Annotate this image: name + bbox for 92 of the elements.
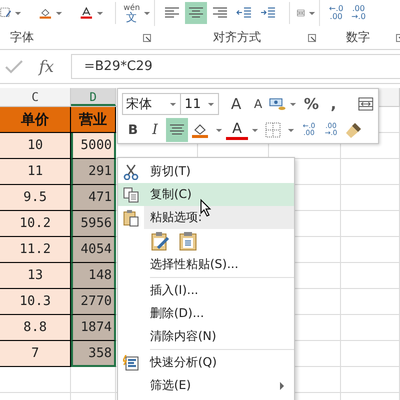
caret-icon[interactable] (309, 12, 315, 14)
formula-field[interactable]: =B29*C29 (71, 54, 400, 79)
decimal-button[interactable]: ←.0 .00 (328, 4, 344, 22)
align-icon (169, 124, 185, 136)
dialog-launcher-icon[interactable] (308, 34, 316, 42)
enter-check-icon[interactable] (5, 60, 23, 74)
menu-item[interactable]: 删除(D)... (118, 302, 294, 325)
grow-font-button[interactable]: A (225, 92, 248, 116)
dialog-launcher-icon[interactable] (143, 34, 151, 42)
table-cell: 13 (0, 263, 72, 289)
table-cell: 10 (0, 133, 72, 159)
scissors-icon (123, 164, 139, 180)
caret-icon[interactable] (144, 12, 150, 14)
table-cell: 10.3 (0, 289, 72, 315)
table-cell: 10.2 (0, 211, 72, 237)
align-icon (164, 7, 180, 19)
table-cell: 2770 (71, 289, 116, 315)
caret-icon[interactable] (15, 12, 22, 14)
empty-cell[interactable] (0, 367, 72, 393)
currency-icon[interactable] (269, 96, 286, 112)
table-cell: 471 (71, 185, 116, 211)
menu-item[interactable]: 快速分析(Q) (118, 351, 294, 374)
column-header[interactable]: D (71, 88, 116, 106)
number-format-button[interactable]: % (300, 92, 322, 116)
quick-analysis-icon (123, 354, 139, 370)
empty-cell[interactable] (340, 341, 400, 367)
table-header-cell: 营业 (71, 107, 116, 133)
indent-icon (260, 7, 276, 19)
submenu-arrow-icon (280, 382, 284, 390)
menu-item[interactable]: 剪切(T) (118, 160, 294, 183)
caret-icon[interactable] (290, 102, 296, 106)
empty-cell[interactable] (340, 211, 400, 237)
decimal-button[interactable]: .00 →.0 (350, 4, 367, 22)
table-cell: 9.5 (0, 185, 72, 211)
font-color-button[interactable]: A (226, 120, 248, 140)
table-cell: 291 (71, 159, 116, 185)
copy-icon (123, 186, 139, 202)
caret-icon[interactable] (288, 128, 294, 132)
borders-icon (265, 122, 281, 138)
table-cell: 358 (71, 341, 116, 367)
table-cell: 8.8 (0, 315, 72, 341)
center-align-button[interactable] (166, 118, 188, 142)
table-cell: 11 (0, 159, 72, 185)
empty-cell[interactable] (71, 367, 116, 393)
mouse-pointer-icon (200, 199, 212, 217)
clipboard-icon[interactable] (178, 231, 198, 251)
table-cell: 148 (71, 263, 116, 289)
table-header-cell: 单价 (0, 107, 72, 133)
table-cell: 11.2 (0, 237, 72, 263)
fill-color-icon (191, 122, 209, 138)
group-label: 字体 (10, 29, 34, 46)
group-label: 数字 (346, 29, 370, 46)
insert-function-button[interactable]: fx (39, 57, 63, 76)
table-cell: 5000 (71, 133, 116, 159)
empty-cell[interactable] (340, 367, 400, 393)
menu-item[interactable]: 选择性粘贴(S)... (118, 253, 294, 276)
menu-section-header: 粘贴选项: (118, 206, 294, 229)
indent-icon (236, 7, 252, 19)
table-cell: 5956 (71, 211, 116, 237)
menu-item[interactable]: 筛选(E) (118, 374, 294, 397)
font-name-dropdown[interactable]: 宋体 (122, 93, 182, 115)
merge-cells-icon[interactable] (358, 96, 374, 112)
empty-cell[interactable] (340, 185, 400, 211)
caret-icon[interactable] (252, 128, 258, 132)
table-cell: 7 (0, 341, 72, 367)
phonetic-guide-button[interactable]: wén 文 (123, 4, 140, 22)
paste-icon (123, 208, 139, 226)
empty-cell[interactable] (340, 237, 400, 263)
menu-item[interactable]: 插入(I)... (118, 279, 294, 302)
menu-item[interactable]: 复制(C) (118, 183, 294, 206)
table-cell: 1874 (71, 315, 116, 341)
paintbrush-icon (345, 121, 363, 139)
empty-cell[interactable] (340, 315, 400, 341)
menu-item[interactable]: 清除内容(N) (118, 325, 294, 348)
group-label: 对齐方式 (213, 29, 261, 46)
align-button[interactable] (185, 2, 207, 24)
font-size-dropdown[interactable]: 11 (180, 93, 220, 115)
empty-cell[interactable] (340, 289, 400, 315)
caret-icon[interactable] (56, 12, 62, 14)
italic-button[interactable]: I (144, 118, 166, 142)
table-cell: 4054 (71, 237, 116, 263)
bold-button[interactable]: B (122, 118, 144, 142)
shrink-font-button[interactable]: A (247, 92, 270, 116)
align-icon (188, 7, 204, 19)
number-format-button[interactable]: , (322, 92, 344, 116)
caret-icon[interactable] (96, 12, 103, 14)
font-color-icon[interactable] (80, 5, 93, 21)
empty-cell[interactable] (340, 263, 400, 289)
empty-cell[interactable] (340, 159, 400, 185)
clipboard-brush-icon[interactable] (150, 231, 170, 251)
caret-icon[interactable] (216, 128, 222, 132)
align-icon (212, 7, 228, 19)
